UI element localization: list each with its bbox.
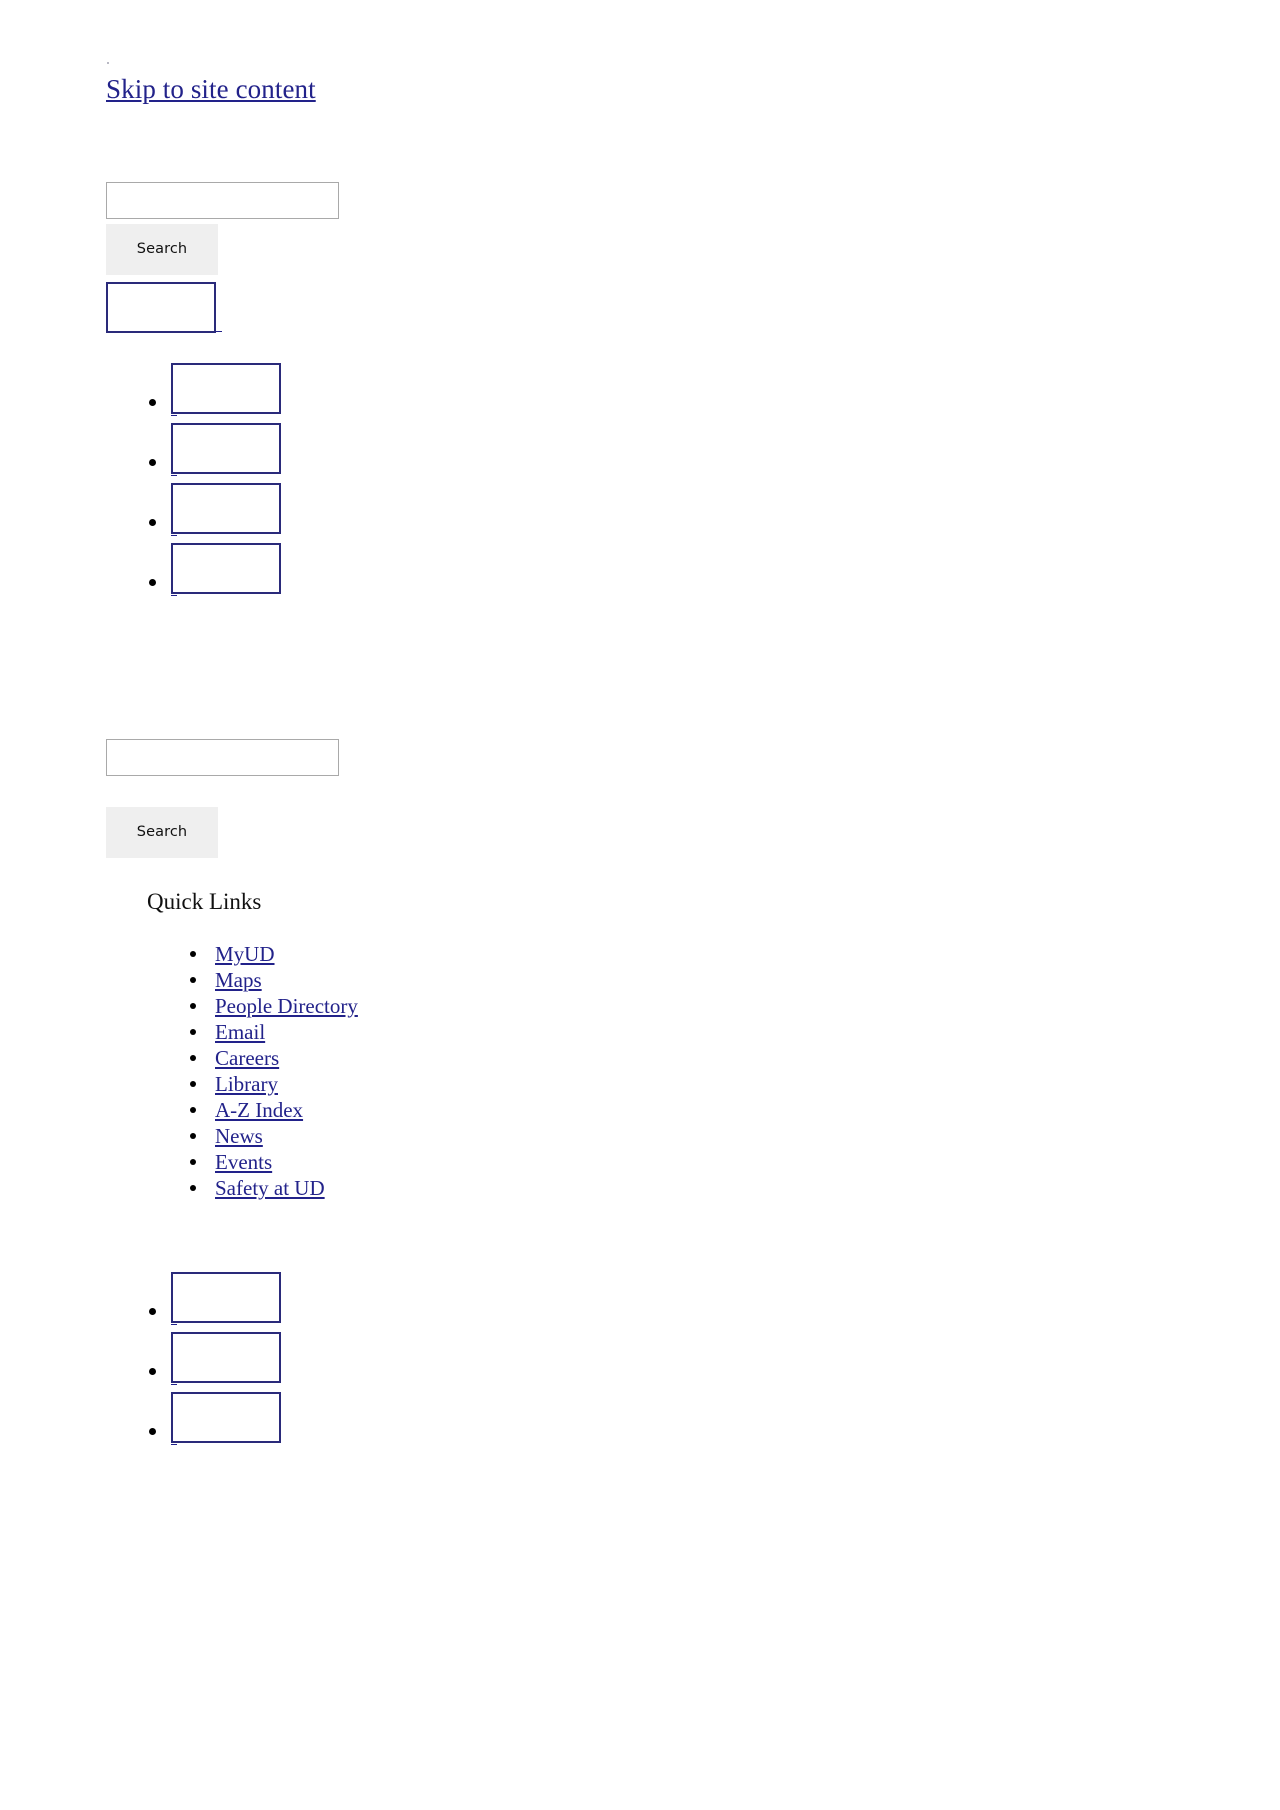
list-item[interactable]: Maps [190, 967, 358, 993]
broken-image-icon [171, 1332, 281, 1383]
broken-image-icon [171, 363, 281, 414]
list-item[interactable]: Safety at UD [190, 1175, 358, 1201]
broken-image-tail [171, 1323, 177, 1325]
bullet-icon [149, 1368, 156, 1375]
list-item[interactable]: MyUD [190, 941, 358, 967]
search-button-top[interactable]: Search [106, 224, 218, 275]
quick-links-list: MyUD Maps People Directory Email Careers… [190, 941, 358, 1201]
broken-image-tail [171, 534, 177, 536]
site-logo-link[interactable] [106, 282, 222, 333]
bullet-icon [190, 1185, 196, 1191]
quick-links-heading: Quick Links [147, 889, 262, 914]
nav-image-link-2[interactable] [171, 423, 281, 477]
search-input-bottom[interactable] [106, 739, 339, 776]
broken-image-tail [216, 330, 222, 332]
broken-image-tail [171, 474, 177, 476]
list-item[interactable]: People Directory [190, 993, 358, 1019]
bullet-icon [190, 1029, 196, 1035]
bullet-icon [190, 977, 196, 983]
list-item[interactable]: Careers [190, 1045, 358, 1071]
bullet-icon [190, 1003, 196, 1009]
bullet-icon [149, 459, 156, 466]
bullet-icon [190, 1159, 196, 1165]
search-input-top[interactable] [106, 182, 339, 219]
social-image-link-3[interactable] [171, 1392, 281, 1446]
social-image-link-1[interactable] [171, 1272, 281, 1326]
nav-image-link-3[interactable] [171, 483, 281, 537]
quick-link-safety-at-ud[interactable]: Safety at UD [215, 1176, 325, 1200]
quick-link-events[interactable]: Events [215, 1150, 272, 1174]
bullet-icon [149, 1308, 156, 1315]
bullet-icon [149, 399, 156, 406]
bullet-icon [149, 519, 156, 526]
list-item[interactable]: A-Z Index [190, 1097, 358, 1123]
bullet-icon [190, 1107, 196, 1113]
list-item[interactable]: Library [190, 1071, 358, 1097]
bullet-icon [190, 1055, 196, 1061]
quick-link-maps[interactable]: Maps [215, 968, 262, 992]
broken-image-icon [171, 1272, 281, 1323]
bullet-icon [190, 951, 196, 957]
broken-image-icon [171, 1392, 281, 1443]
quick-link-email[interactable]: Email [215, 1020, 265, 1044]
nav-image-link-4[interactable] [171, 543, 281, 597]
broken-image-icon [171, 483, 281, 534]
broken-image-tail [171, 1383, 177, 1385]
skip-to-site-content-link[interactable]: Skip to site content [106, 74, 316, 104]
list-item[interactable]: Email [190, 1019, 358, 1045]
quick-link-people-directory[interactable]: People Directory [215, 994, 358, 1018]
bullet-icon [149, 1428, 156, 1435]
broken-image-icon [171, 543, 281, 594]
broken-image-tail [171, 414, 177, 416]
social-image-link-2[interactable] [171, 1332, 281, 1386]
list-item[interactable]: News [190, 1123, 358, 1149]
nav-image-link-1[interactable] [171, 363, 281, 417]
quick-link-myud[interactable]: MyUD [215, 942, 275, 966]
skip-link-region: Skip to site content [106, 62, 316, 104]
list-item[interactable]: Events [190, 1149, 358, 1175]
bullet-icon [149, 579, 156, 586]
quick-link-a-z-index[interactable]: A-Z Index [215, 1098, 303, 1122]
quick-link-careers[interactable]: Careers [215, 1046, 279, 1070]
quick-link-news[interactable]: News [215, 1124, 263, 1148]
search-button-bottom[interactable]: Search [106, 807, 218, 858]
broken-image-icon [171, 423, 281, 474]
bullet-icon [190, 1133, 196, 1139]
broken-image-tail [171, 1443, 177, 1445]
broken-image-tail [171, 594, 177, 596]
decorative-dot [107, 62, 109, 64]
bullet-icon [190, 1081, 196, 1087]
broken-image-icon [106, 282, 216, 333]
quick-link-library[interactable]: Library [215, 1072, 278, 1096]
